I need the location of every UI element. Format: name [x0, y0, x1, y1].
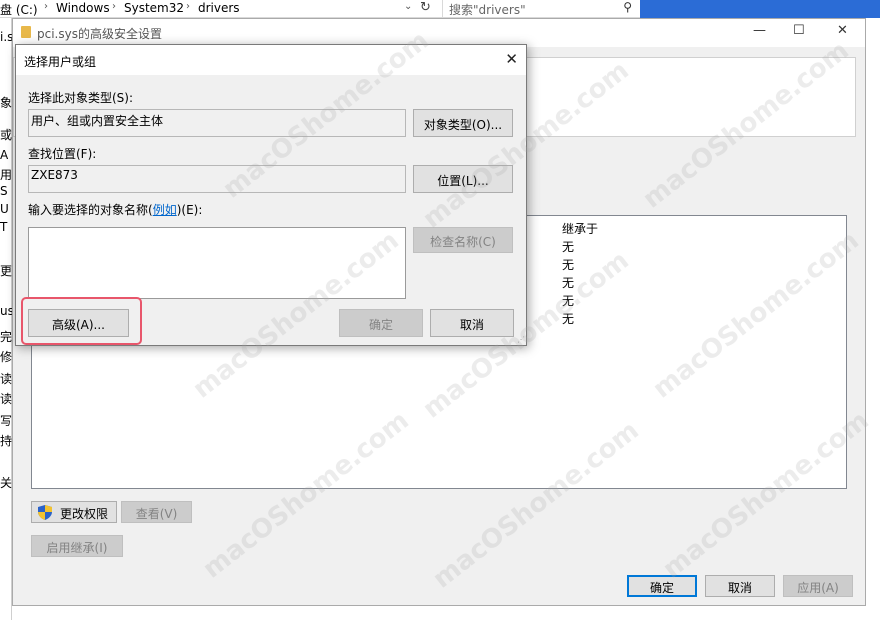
apply-button[interactable]: 应用(A): [783, 575, 853, 597]
breadcrumb-system32[interactable]: System32: [124, 1, 184, 15]
dialog-titlebar[interactable]: 选择用户或组 ✕: [16, 45, 526, 75]
desktop-background: [640, 0, 880, 18]
refresh-icon[interactable]: ↻: [420, 0, 431, 15]
left-label: 关: [0, 476, 13, 490]
folder-icon: [21, 26, 31, 38]
ok-button[interactable]: 确定: [627, 575, 697, 597]
inherit-cell: 无: [562, 294, 575, 308]
search-icon[interactable]: ⚲: [623, 0, 632, 14]
object-type-field: 用户、组或内置安全主体: [28, 109, 406, 137]
left-label: 更: [0, 264, 13, 278]
minimize-icon[interactable]: —: [753, 23, 766, 38]
dialog-ok-button[interactable]: 确定: [339, 309, 423, 337]
location-value: ZXE873: [31, 168, 78, 182]
object-names-label: 输入要选择的对象名称(例如)(E):: [28, 201, 202, 218]
check-names-button[interactable]: 检查名称(C): [413, 227, 513, 253]
inherit-cell: 无: [562, 276, 575, 290]
left-label: S: [0, 184, 8, 198]
object-type-label: 选择此对象类型(S):: [28, 91, 134, 105]
locations-button[interactable]: 位置(L)...: [413, 165, 513, 193]
examples-link[interactable]: 例如: [153, 203, 177, 217]
apply-label: 应用(A): [797, 581, 839, 595]
object-types-button[interactable]: 对象类型(O)...: [413, 109, 513, 137]
left-label: T: [0, 220, 8, 234]
change-permissions-label: 更改权限: [59, 507, 108, 521]
resize-grip-icon[interactable]: ⋰: [517, 335, 525, 344]
locations-label: 位置(L)...: [437, 174, 489, 188]
location-field: ZXE873: [28, 165, 406, 193]
enable-inheritance-label: 启用继承(I): [46, 541, 108, 555]
dialog-cancel-button[interactable]: 取消: [430, 309, 514, 337]
left-label: 读: [0, 392, 13, 406]
change-permissions-button[interactable]: 更改权限: [31, 501, 117, 523]
search-placeholder: 搜索"drivers": [449, 3, 526, 17]
object-types-label: 对象类型(O)...: [423, 118, 503, 132]
left-label: 读: [0, 372, 13, 386]
left-label: 完: [0, 330, 13, 344]
inherit-cell: 无: [562, 258, 575, 272]
object-type-value: 用户、组或内置安全主体: [31, 114, 164, 128]
left-label: A: [0, 148, 9, 162]
check-names-label: 检查名称(C): [430, 235, 496, 249]
left-label: 或: [0, 128, 13, 142]
left-label: 象: [0, 96, 13, 110]
dialog-cancel-label: 取消: [459, 318, 484, 332]
left-label: 用: [0, 168, 13, 182]
cancel-button[interactable]: 取消: [705, 575, 775, 597]
chevron-right-icon: ›: [186, 1, 190, 12]
maximize-icon[interactable]: ☐: [793, 23, 805, 38]
view-button[interactable]: 查看(V): [121, 501, 192, 523]
view-label: 查看(V): [135, 507, 178, 521]
enable-inheritance-button[interactable]: 启用继承(I): [31, 535, 123, 557]
search-input[interactable]: 搜索"drivers" ⚲: [442, 0, 638, 17]
object-names-label-start: 输入要选择的对象名称(: [28, 203, 153, 217]
dialog-title: 选择用户或组: [24, 55, 97, 69]
breadcrumb-drive[interactable]: 盘 (C:): [0, 1, 38, 18]
column-header-inherited-from[interactable]: 继承于: [562, 220, 598, 237]
chevron-right-icon: ›: [112, 1, 116, 12]
explorer-left-pane: i.s 象 或 A 用 S U T 更 us 完 修 读 读 写 持 关: [0, 18, 14, 620]
close-icon[interactable]: ✕: [505, 50, 518, 68]
object-names-input[interactable]: [28, 227, 406, 299]
dialog-ok-label: 确定: [368, 318, 393, 332]
inherit-cell: 无: [562, 240, 575, 254]
ok-label: 确定: [649, 581, 674, 595]
chevron-down-icon[interactable]: ⌄: [404, 1, 412, 12]
close-icon[interactable]: ✕: [837, 23, 848, 38]
advanced-button-highlight: [21, 297, 142, 345]
inherit-cell: 无: [562, 312, 575, 326]
left-label: U: [0, 202, 9, 216]
left-label: 修: [0, 350, 13, 364]
window-titlebar[interactable]: pci.sys的高级安全设置 — ☐ ✕: [13, 19, 865, 47]
breadcrumb-windows[interactable]: Windows: [56, 1, 110, 15]
left-label: 持: [0, 434, 13, 448]
chevron-right-icon: ›: [44, 1, 48, 12]
object-names-label-end: )(E):: [176, 203, 203, 217]
location-label: 查找位置(F):: [28, 147, 97, 161]
left-label: 写: [0, 414, 13, 428]
breadcrumb-drivers[interactable]: drivers: [198, 1, 240, 15]
uac-shield-icon: [38, 505, 52, 520]
window-title: pci.sys的高级安全设置: [37, 27, 162, 41]
cancel-label: 取消: [727, 581, 752, 595]
